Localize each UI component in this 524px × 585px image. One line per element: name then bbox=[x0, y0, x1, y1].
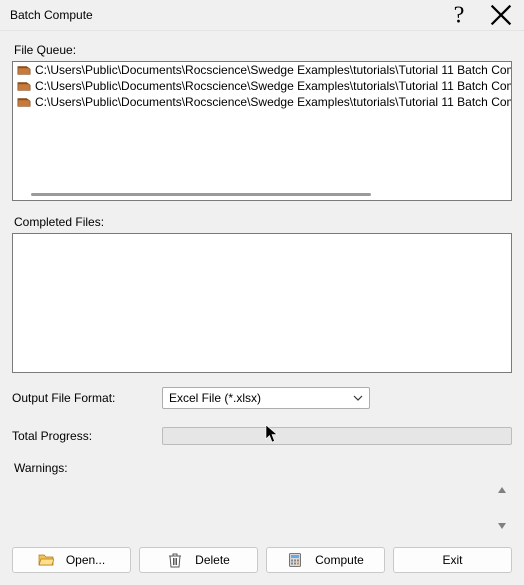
batch-compute-dialog: Batch Compute ? File Queue: C:\Users\Pub… bbox=[0, 0, 524, 580]
chevron-down-icon bbox=[353, 393, 363, 403]
file-queue-label: File Queue: bbox=[14, 43, 510, 57]
list-item[interactable]: C:\Users\Public\Documents\Rocscience\Swe… bbox=[13, 62, 511, 78]
calculator-icon bbox=[287, 552, 303, 568]
exit-button[interactable]: Exit bbox=[393, 547, 512, 573]
exit-button-label: Exit bbox=[442, 553, 462, 567]
close-icon bbox=[486, 0, 516, 30]
output-format-label: Output File Format: bbox=[12, 391, 162, 405]
file-path: C:\Users\Public\Documents\Rocscience\Swe… bbox=[35, 62, 511, 78]
scrollbar-thumb[interactable] bbox=[31, 193, 371, 196]
window-title: Batch Compute bbox=[10, 8, 438, 22]
help-button[interactable]: ? bbox=[438, 0, 480, 30]
output-format-row: Output File Format: Excel File (*.xlsx) bbox=[12, 387, 512, 409]
open-button[interactable]: Open... bbox=[12, 547, 131, 573]
compute-button-label: Compute bbox=[315, 553, 364, 567]
svg-text:?: ? bbox=[454, 2, 465, 29]
completed-files-listbox[interactable] bbox=[12, 233, 512, 373]
titlebar: Batch Compute ? bbox=[0, 0, 524, 31]
document-icon bbox=[17, 63, 31, 77]
trash-icon bbox=[167, 552, 183, 568]
total-progress-label: Total Progress: bbox=[12, 429, 162, 443]
file-path: C:\Users\Public\Documents\Rocscience\Swe… bbox=[35, 94, 511, 110]
file-queue-listbox[interactable]: C:\Users\Public\Documents\Rocscience\Swe… bbox=[12, 61, 512, 201]
folder-open-icon bbox=[38, 552, 54, 568]
compute-button[interactable]: Compute bbox=[266, 547, 385, 573]
document-icon bbox=[17, 95, 31, 109]
output-format-select[interactable]: Excel File (*.xlsx) bbox=[162, 387, 370, 409]
output-format-value: Excel File (*.xlsx) bbox=[169, 391, 261, 405]
horizontal-scrollbar[interactable] bbox=[15, 192, 509, 198]
scroll-down-icon[interactable] bbox=[497, 521, 507, 531]
close-button[interactable] bbox=[480, 0, 522, 30]
delete-button[interactable]: Delete bbox=[139, 547, 258, 573]
open-button-label: Open... bbox=[66, 553, 105, 567]
list-item[interactable]: C:\Users\Public\Documents\Rocscience\Swe… bbox=[13, 94, 511, 110]
scroll-up-icon[interactable] bbox=[497, 485, 507, 495]
vertical-scroll-arrows[interactable] bbox=[494, 483, 510, 533]
dialog-content: File Queue: C:\Users\Public\Documents\Ro… bbox=[0, 31, 524, 585]
document-icon bbox=[17, 79, 31, 93]
total-progress-bar bbox=[162, 427, 512, 445]
button-row: Open... Delete Compute Exit bbox=[12, 547, 512, 573]
completed-files-label: Completed Files: bbox=[14, 215, 510, 229]
mouse-cursor-icon bbox=[265, 424, 279, 444]
list-item[interactable]: C:\Users\Public\Documents\Rocscience\Swe… bbox=[13, 78, 511, 94]
file-path: C:\Users\Public\Documents\Rocscience\Swe… bbox=[35, 78, 511, 94]
help-icon: ? bbox=[444, 0, 474, 30]
delete-button-label: Delete bbox=[195, 553, 230, 567]
warnings-label: Warnings: bbox=[14, 461, 510, 475]
warnings-box[interactable] bbox=[12, 483, 512, 533]
progress-row: Total Progress: bbox=[12, 427, 512, 445]
